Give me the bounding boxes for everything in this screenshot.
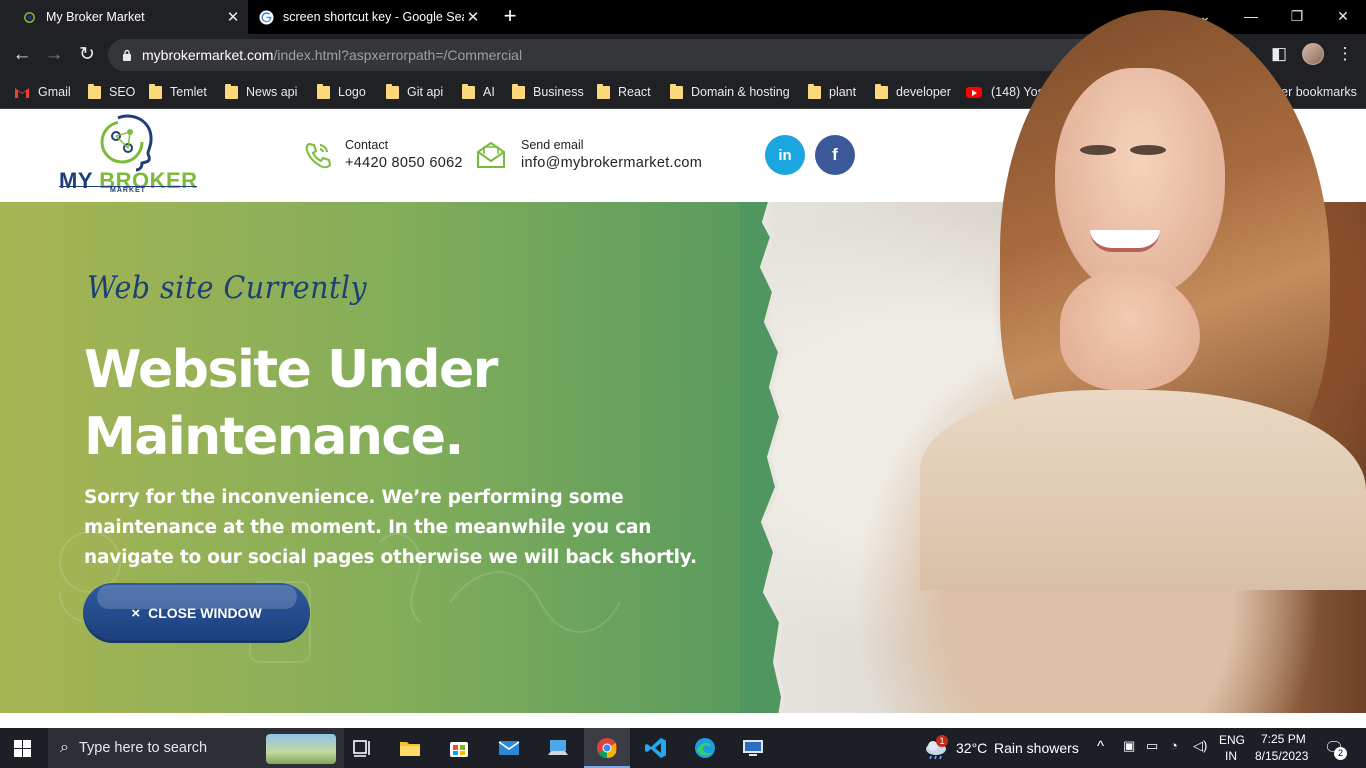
reload-icon[interactable]: ↻ — [75, 43, 99, 67]
folder-icon — [597, 83, 610, 99]
close-window-icon[interactable]: ✕ — [1320, 0, 1366, 32]
torn-paper-edge — [740, 202, 785, 713]
bookmark-react[interactable]: React — [597, 83, 651, 101]
vscode-icon[interactable] — [644, 736, 668, 760]
bookmark-seo[interactable]: SEO — [88, 83, 135, 101]
page-bottom-strip — [0, 713, 1366, 728]
hero-kicker: Web site Currently — [87, 270, 368, 306]
close-tab-icon[interactable]: ✕ — [464, 8, 482, 26]
task-view-icon[interactable] — [350, 736, 374, 760]
mail-icon[interactable] — [497, 736, 521, 760]
hero-photo-eye — [1080, 145, 1116, 155]
weather-temperature[interactable]: 32°C — [956, 740, 987, 756]
phone-icon — [305, 142, 331, 169]
new-tab-button[interactable]: + — [500, 5, 520, 27]
folder-icon — [225, 83, 238, 99]
email-address[interactable]: info@mybrokermarket.com — [521, 155, 702, 171]
search-highlight-castle-icon — [266, 734, 336, 764]
youtube-icon — [966, 86, 982, 98]
hero-description: Sorry for the inconvenience. We’re perfo… — [84, 487, 697, 568]
lock-icon — [123, 49, 131, 61]
folder-icon — [462, 83, 475, 99]
hero-photo-eye — [1130, 145, 1166, 155]
search-placeholder: Type here to search — [78, 740, 208, 756]
volume-icon[interactable]: ◁) — [1193, 738, 1207, 754]
folder-icon — [386, 83, 399, 99]
hero-photo-smile — [1090, 230, 1160, 252]
clock-date[interactable]: 8/15/2023 — [1255, 749, 1308, 763]
windows-taskbar: ⌕ Type here to search 1 32°C Rain shower… — [0, 728, 1366, 768]
folder-icon — [88, 83, 101, 99]
gmail-icon — [15, 87, 29, 98]
windows-start-icon[interactable] — [14, 740, 31, 757]
battery-icon[interactable]: ▭ — [1146, 738, 1158, 754]
folder-icon — [149, 83, 162, 99]
chrome-taskbar-active[interactable] — [584, 728, 630, 768]
hero-photo-sweater — [920, 390, 1366, 590]
bookmark-logo[interactable]: Logo — [317, 83, 366, 101]
search-icon: ⌕ — [60, 739, 69, 756]
hero-photo-face — [1055, 68, 1225, 298]
folder-icon — [670, 83, 683, 99]
clock-time[interactable]: 7:25 PM — [1261, 732, 1306, 746]
language-indicator[interactable]: ENG — [1219, 733, 1245, 747]
minimize-icon[interactable]: — — [1228, 0, 1274, 32]
folder-icon — [875, 83, 888, 99]
contact-phone[interactable]: +4420 8050 6062 — [345, 155, 463, 171]
folder-icon — [808, 83, 821, 99]
bookmark-business[interactable]: Business — [512, 83, 584, 101]
region-indicator: IN — [1225, 749, 1237, 763]
restore-icon[interactable]: ❐ — [1274, 0, 1320, 32]
side-panel-icon[interactable]: ◧ — [1268, 43, 1290, 65]
site-favicon-icon — [24, 11, 35, 23]
close-x-icon: × — [131, 604, 141, 622]
bookmark-plant[interactable]: plant — [808, 83, 856, 101]
close-window-button[interactable]: × CLOSE WINDOW — [83, 583, 310, 643]
weather-description[interactable]: Rain showers — [994, 740, 1079, 756]
tab-title: My Broker Market — [46, 10, 145, 24]
notifications-count: 2 — [1334, 747, 1347, 760]
remote-desktop-icon[interactable] — [741, 736, 765, 760]
bookmark-git-api[interactable]: Git api — [386, 83, 443, 101]
meet-now-icon[interactable]: ▣ — [1123, 738, 1135, 754]
bookmark-developer[interactable]: developer — [875, 83, 951, 101]
google-icon — [259, 9, 274, 25]
facebook-icon[interactable]: f — [815, 135, 855, 175]
back-arrow-icon[interactable]: ← — [10, 43, 34, 67]
email-label: Send email — [521, 138, 584, 152]
edge-icon[interactable] — [693, 736, 717, 760]
microsoft-store-icon[interactable] — [447, 736, 471, 760]
bookmark-domain-hosting[interactable]: Domain & hosting — [670, 83, 790, 101]
url-host: mybrokermarket.com — [142, 47, 274, 63]
bookmark-news-api[interactable]: News api — [225, 83, 297, 101]
brain-network-logo-icon — [100, 114, 153, 172]
url-path: /index.html?aspxerrorpath=/Commercial — [273, 47, 523, 63]
linkedin-icon[interactable]: in — [765, 135, 805, 175]
profile-avatar[interactable] — [1302, 43, 1324, 65]
close-tab-icon[interactable]: ✕ — [224, 8, 242, 26]
chrome-icon — [597, 738, 617, 759]
file-explorer-icon[interactable] — [398, 736, 422, 760]
bookmark-ai[interactable]: AI — [462, 83, 495, 101]
bookmark-gmail[interactable]: Gmail — [15, 83, 71, 101]
tab-my-broker-market[interactable]: My Broker Market ✕ — [0, 0, 248, 34]
wifi-icon[interactable]: ◔ — [1170, 738, 1178, 753]
tab-google-search[interactable]: screen shortcut key - Google Sea ✕ — [250, 0, 488, 34]
menu-kebab-icon[interactable]: ⋮ — [1334, 43, 1356, 65]
bookmark-temlet[interactable]: Temlet — [149, 83, 207, 101]
folder-icon — [317, 83, 330, 99]
this-pc-icon[interactable] — [546, 736, 570, 760]
logo-subtitle: MARKET — [59, 186, 197, 194]
tab-title: screen shortcut key - Google Sea — [283, 10, 464, 24]
hero-title: Website Under Maintenance. — [84, 340, 498, 467]
contact-label: Contact — [345, 138, 389, 152]
tray-chevron-up-icon[interactable]: ^ — [1097, 738, 1104, 755]
taskbar-search-box[interactable]: ⌕ Type here to search — [48, 728, 344, 768]
forward-arrow-icon[interactable]: → — [42, 43, 66, 67]
address-bar[interactable]: mybrokermarket.com/index.html?aspxerrorp… — [108, 39, 1195, 71]
folder-icon — [512, 83, 525, 99]
email-envelope-icon — [477, 142, 505, 168]
weather-alert-badge: 1 — [936, 735, 948, 747]
